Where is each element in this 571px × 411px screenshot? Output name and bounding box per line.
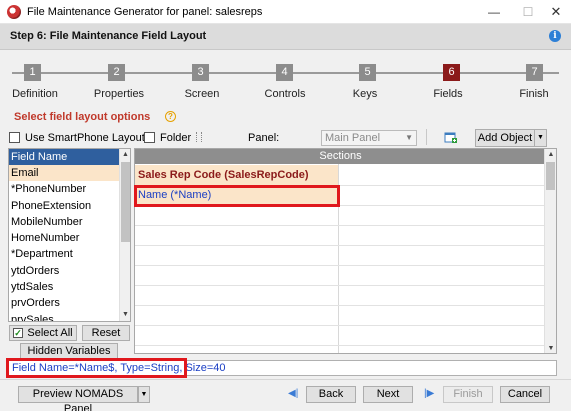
list-item[interactable]: HomeNumber bbox=[9, 230, 120, 246]
list-item[interactable]: PhoneExtension bbox=[9, 198, 120, 214]
cancel-button[interactable]: Cancel bbox=[500, 386, 550, 403]
chevron-down-icon: ▼ bbox=[405, 133, 413, 142]
app-icon bbox=[7, 4, 21, 19]
reset-button[interactable]: Reset bbox=[82, 325, 130, 341]
list-item[interactable]: ytdOrders bbox=[9, 263, 120, 279]
grid-row-line bbox=[135, 265, 546, 266]
step-5[interactable]: 5 bbox=[359, 64, 376, 81]
scroll-up-icon[interactable]: ▲ bbox=[120, 149, 130, 161]
help-icon[interactable]: ? bbox=[165, 111, 176, 122]
field-list-header: Field Name bbox=[9, 149, 120, 165]
scroll-down-icon[interactable]: ▼ bbox=[545, 343, 556, 353]
grid-row-line bbox=[135, 245, 546, 246]
add-object-button[interactable]: Add Object bbox=[475, 129, 535, 147]
step-label-controls: Controls bbox=[264, 88, 306, 100]
list-item[interactable]: Email bbox=[9, 165, 120, 182]
step-2[interactable]: 2 bbox=[108, 64, 125, 81]
toolbar-separator bbox=[196, 132, 202, 142]
first-page-icon[interactable]: ◀​| bbox=[288, 388, 298, 399]
list-item[interactable]: prvSales bbox=[9, 312, 120, 321]
checkmark-icon: ✓ bbox=[13, 328, 23, 338]
add-object-dropdown[interactable]: ▼ bbox=[535, 129, 547, 147]
folder-checkbox[interactable] bbox=[144, 132, 155, 143]
list-item[interactable]: MobileNumber bbox=[9, 214, 120, 230]
field-list[interactable]: Field Name Email *PhoneNumber PhoneExten… bbox=[8, 148, 131, 322]
folder-label: Folder bbox=[160, 132, 192, 144]
smartphone-label: Use SmartPhone Layout bbox=[25, 132, 145, 144]
field-list-scrollbar[interactable]: ▲ ▼ bbox=[119, 149, 130, 321]
back-button[interactable]: Back bbox=[306, 386, 356, 403]
preview-button[interactable]: Preview NOMADS Panel bbox=[18, 386, 138, 411]
preview-dropdown[interactable]: ▼ bbox=[138, 386, 150, 403]
sections-grid[interactable]: Sections Sales Rep Code (SalesRepCode) N… bbox=[134, 148, 557, 354]
step-title: Step 6: File Maintenance Field Layout bbox=[10, 30, 207, 42]
panel-label: Panel: bbox=[248, 132, 280, 144]
bottom-separator bbox=[0, 379, 571, 380]
step-4[interactable]: 4 bbox=[276, 64, 293, 81]
grid-row-line bbox=[135, 225, 546, 226]
step-7[interactable]: 7 bbox=[526, 64, 543, 81]
preview-label: Preview NOMADS Panel bbox=[32, 388, 124, 411]
select-all-label: Select All bbox=[27, 327, 73, 339]
scroll-thumb[interactable] bbox=[121, 162, 130, 242]
step-label-definition: Definition bbox=[12, 88, 58, 100]
close-button[interactable]: ✕ bbox=[540, 0, 571, 24]
section-label: Select field layout options bbox=[14, 111, 151, 123]
scroll-up-icon[interactable]: ▲ bbox=[545, 149, 556, 161]
step-label-properties: Properties bbox=[93, 88, 145, 100]
toolbar-divider bbox=[426, 129, 427, 145]
last-page-icon[interactable]: |▶ bbox=[424, 388, 434, 399]
highlight-status-box bbox=[6, 358, 187, 378]
minimize-button[interactable]: — bbox=[478, 0, 510, 24]
step-label-keys: Keys bbox=[352, 88, 378, 100]
highlight-field-box bbox=[134, 185, 340, 207]
next-button[interactable]: Next bbox=[363, 386, 413, 403]
info-icon[interactable]: i bbox=[549, 30, 561, 42]
panel-select[interactable]: Main Panel ▼ bbox=[321, 130, 417, 146]
step-label-screen: Screen bbox=[184, 88, 220, 100]
step-header: Step 6: File Maintenance Field Layout i bbox=[0, 24, 571, 50]
sections-header: Sections bbox=[135, 149, 546, 164]
section-title-cell[interactable]: Sales Rep Code (SalesRepCode) bbox=[135, 165, 338, 185]
step-6[interactable]: 6 bbox=[443, 64, 460, 81]
step-label-fields: Fields bbox=[433, 88, 463, 100]
grid-row-line bbox=[135, 345, 546, 346]
list-item[interactable]: *Department bbox=[9, 246, 120, 262]
finish-button[interactable]: Finish bbox=[443, 386, 493, 403]
step-1[interactable]: 1 bbox=[24, 64, 41, 81]
scroll-thumb[interactable] bbox=[546, 162, 555, 190]
window-title: File Maintenance Generator for panel: sa… bbox=[27, 5, 263, 18]
list-item[interactable]: *PhoneNumber bbox=[9, 181, 120, 197]
select-all-button[interactable]: ✓ Select All bbox=[9, 325, 77, 341]
grid-row-line bbox=[135, 305, 546, 306]
title-bar: File Maintenance Generator for panel: sa… bbox=[0, 0, 571, 24]
step-3[interactable]: 3 bbox=[192, 64, 209, 81]
scroll-down-icon[interactable]: ▼ bbox=[120, 309, 130, 321]
list-item[interactable]: ytdSales bbox=[9, 279, 120, 295]
grid-row-line bbox=[135, 325, 546, 326]
wizard-steps: 1 2 3 4 5 6 7 Definition Properties Scre… bbox=[0, 50, 571, 102]
panel-editor-icon[interactable] bbox=[444, 130, 458, 144]
grid-scrollbar[interactable]: ▲ ▼ bbox=[544, 149, 556, 353]
step-label-finish: Finish bbox=[519, 88, 549, 100]
list-item[interactable]: prvOrders bbox=[9, 295, 120, 311]
grid-row-line bbox=[135, 285, 546, 286]
hidden-variables-button[interactable]: Hidden Variables bbox=[20, 343, 118, 359]
panel-select-value: Main Panel bbox=[325, 132, 381, 144]
smartphone-checkbox[interactable] bbox=[9, 132, 20, 143]
